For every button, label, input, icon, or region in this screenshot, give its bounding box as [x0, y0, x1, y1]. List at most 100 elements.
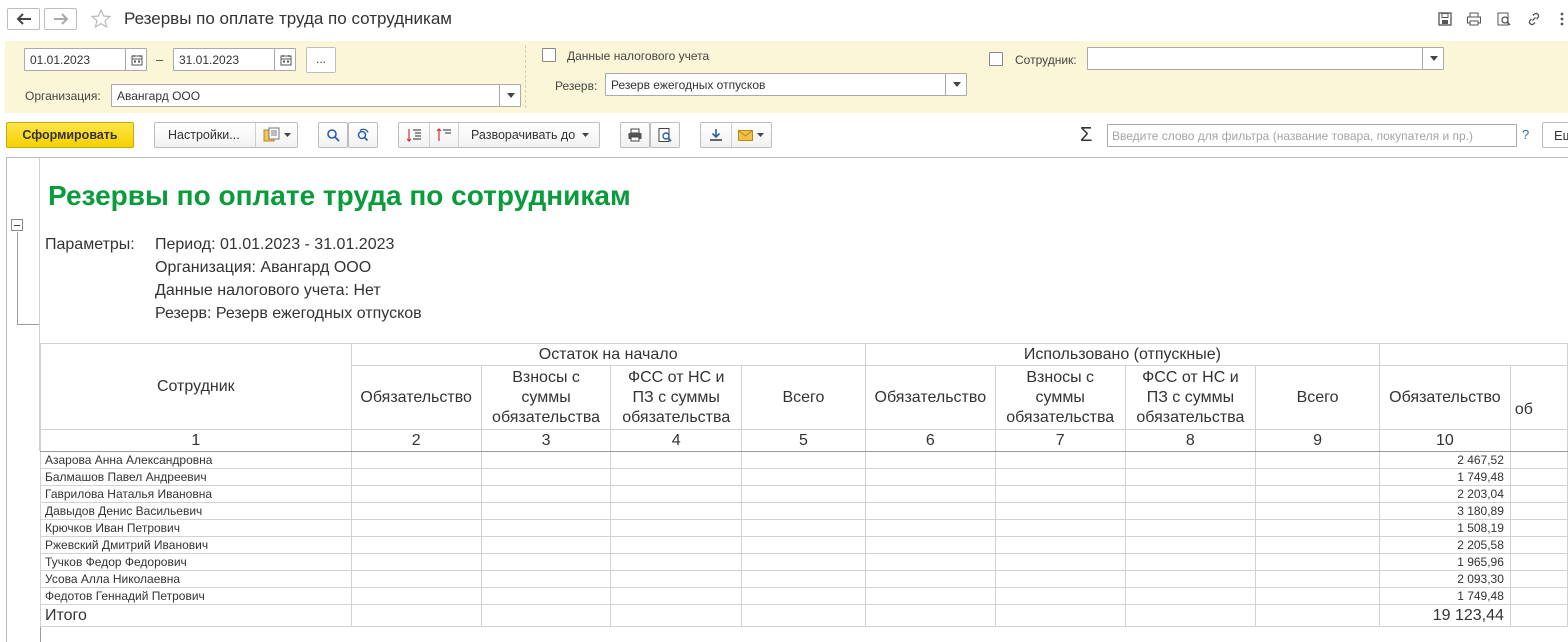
amount-cell: 2 467,52 — [1378, 451, 1511, 469]
param-tax-data: Данные налогового учета: Нет — [155, 282, 381, 299]
generate-button[interactable]: Сформировать — [6, 122, 134, 148]
col-header: Всего — [1255, 365, 1380, 430]
preview-icon[interactable] — [1496, 11, 1512, 27]
forward-button[interactable] — [44, 8, 77, 30]
employee-name: Усова Алла Николаевна — [40, 570, 352, 588]
export-button-group — [700, 122, 772, 148]
settings-button[interactable]: Настройки... — [155, 128, 255, 142]
variant-dropdown-button[interactable] — [255, 123, 297, 147]
reserve-label: Резерв: — [555, 79, 598, 93]
date-to-value: 31.01.2023 — [179, 53, 240, 67]
filter-input[interactable]: Введите слово для фильтра (название това… — [1107, 124, 1517, 147]
tax-data-checkbox[interactable] — [542, 48, 556, 62]
download-icon — [709, 129, 722, 141]
chevron-down-icon[interactable] — [499, 85, 520, 106]
preview-button[interactable] — [650, 122, 680, 148]
print-button[interactable] — [620, 122, 650, 148]
table-row[interactable]: Гаврилова Наталья Ивановна 2 203,04 — [40, 485, 1568, 503]
col-number: 6 — [864, 429, 996, 452]
amount-cell: 1 508,19 — [1378, 519, 1511, 537]
table-row[interactable]: Усова Алла Николаевна 2 093,30 — [40, 570, 1568, 588]
sum-icon[interactable]: Σ — [1080, 124, 1092, 147]
amount-cell: 1 965,96 — [1378, 553, 1511, 571]
table-row[interactable]: Балмашов Павел Андреевич 1 749,48 — [40, 468, 1568, 486]
panel-divider — [525, 45, 526, 108]
collapse-all-button[interactable] — [429, 123, 458, 147]
date-to-input[interactable]: 31.01.2023 — [173, 48, 296, 71]
chevron-down-icon — [283, 133, 291, 137]
col-header: Взносы с суммы обязательства — [994, 365, 1126, 430]
total-label: Итого — [40, 604, 352, 627]
total-amount: 19 123,44 — [1378, 604, 1511, 627]
total-row[interactable]: Итого 19 123,44 — [40, 604, 1568, 627]
print-preview-icon — [658, 128, 672, 142]
chevron-down-icon — [582, 133, 590, 137]
report-variant-icon — [263, 127, 280, 142]
col-number: 7 — [994, 429, 1126, 452]
col-header: ФСС от НС и ПЗ с суммы обязательства — [610, 365, 743, 430]
employee-checkbox[interactable] — [989, 52, 1003, 66]
arrow-right-icon — [53, 13, 68, 25]
send-email-button[interactable] — [730, 123, 771, 147]
report-area: Резервы по оплате труда по сотрудникам П… — [6, 157, 1568, 642]
print-icon[interactable] — [1466, 11, 1482, 27]
table-row[interactable]: Ржевский Дмитрий Иванович 2 205,58 — [40, 536, 1568, 554]
employee-name: Федотов Геннадий Петрович — [40, 587, 352, 605]
collapse-group-icon[interactable] — [11, 219, 23, 231]
period-select-button[interactable]: ... — [306, 47, 336, 73]
amount-cell: 2 205,58 — [1378, 536, 1511, 554]
calendar-icon[interactable] — [125, 49, 146, 70]
employee-name: Крючков Иван Петрович — [40, 519, 352, 537]
table-row[interactable]: Тучков Федор Федорович 1 965,96 — [40, 553, 1568, 571]
amount-cell: 1 749,48 — [1378, 468, 1511, 486]
col-number — [1509, 429, 1568, 452]
report-table: Сотрудник Остаток на начало Использовано… — [40, 343, 1568, 627]
search-next-button[interactable] — [348, 122, 378, 148]
table-row[interactable]: Крючков Иван Петрович 1 508,19 — [40, 519, 1568, 537]
help-icon[interactable]: ? — [1522, 127, 1529, 142]
expand-to-dropdown[interactable]: Разворачивать до — [458, 123, 590, 147]
chevron-down-icon[interactable] — [945, 74, 966, 95]
col-number: 10 — [1378, 429, 1511, 452]
table-row[interactable]: Федотов Геннадий Петрович 1 749,48 — [40, 587, 1568, 605]
col-header: Обязательство — [864, 365, 996, 430]
more-icon[interactable] — [1557, 11, 1568, 27]
table-row[interactable]: Азарова Анна Александровна 2 467,52 — [40, 451, 1568, 469]
calendar-icon[interactable] — [274, 49, 295, 70]
reserve-select[interactable]: Резерв ежегодных отпусков — [605, 73, 967, 96]
col-number: 2 — [350, 429, 482, 452]
employee-name: Азарова Анна Александровна — [40, 451, 352, 469]
envelope-icon — [738, 129, 754, 141]
col-number: 8 — [1124, 429, 1257, 452]
arrow-left-icon — [16, 13, 31, 25]
search-button[interactable] — [318, 122, 348, 148]
save-icon[interactable] — [1437, 11, 1453, 27]
date-from-value: 01.01.2023 — [30, 53, 91, 67]
date-separator: – — [156, 52, 164, 67]
date-from-input[interactable]: 01.01.2023 — [24, 48, 147, 71]
back-button[interactable] — [7, 8, 40, 30]
settings-button-group: Настройки... — [154, 122, 298, 148]
col-header: ФСС от НС и ПЗ с суммы обязательства — [1124, 365, 1257, 430]
col-header: Обязательство — [350, 365, 482, 430]
table-row[interactable]: Давыдов Денис Васильевич 3 180,89 — [40, 502, 1568, 520]
expand-all-button[interactable] — [399, 123, 429, 147]
amount-cell: 1 749,48 — [1378, 587, 1511, 605]
link-icon[interactable] — [1526, 11, 1542, 27]
save-file-button[interactable] — [701, 123, 731, 147]
col-group-opening: Остаток на начало — [350, 343, 866, 366]
params-label: Параметры: — [45, 236, 135, 253]
employee-name: Балмашов Павел Андреевич — [40, 468, 352, 486]
group-bracket-line — [17, 232, 18, 324]
expand-rows-icon — [406, 129, 421, 142]
employee-name: Тучков Федор Федорович — [40, 553, 352, 571]
employee-name: Гаврилова Наталья Ивановна — [40, 485, 352, 503]
chevron-down-icon[interactable] — [1422, 48, 1443, 69]
more-actions-button[interactable]: Еще — [1542, 122, 1568, 148]
employee-select[interactable] — [1087, 47, 1444, 70]
org-select[interactable]: Авангард ООО — [111, 84, 521, 107]
window-title: Резервы по оплате труда по сотрудникам — [124, 9, 452, 28]
amount-cell: 2 203,04 — [1378, 485, 1511, 503]
expand-to-label: Разворачивать до — [471, 128, 576, 142]
favorite-star-icon[interactable] — [90, 8, 112, 33]
